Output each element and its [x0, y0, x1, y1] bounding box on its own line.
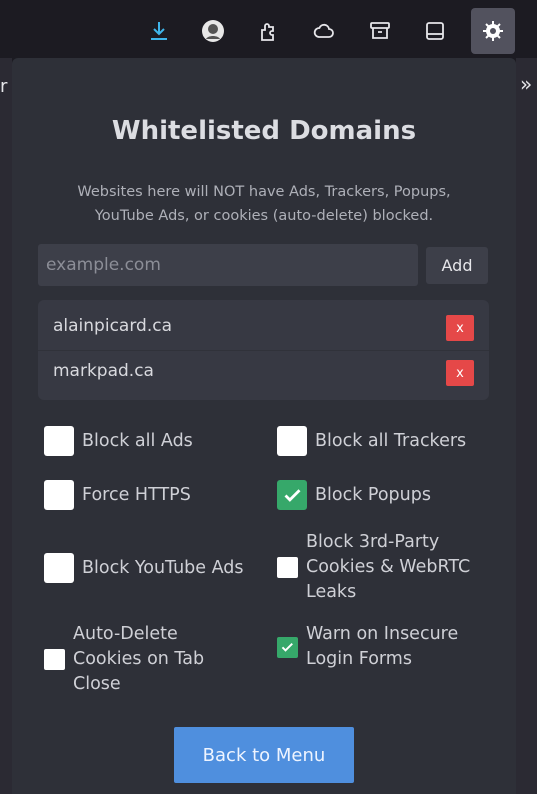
download-icon	[151, 22, 167, 40]
block-ads-checkbox[interactable]	[44, 426, 74, 456]
domain-list-item: markpad.ca x	[38, 350, 489, 394]
domain-input[interactable]	[38, 244, 418, 286]
browser-toolbar	[0, 0, 537, 58]
sync-button[interactable]	[302, 8, 346, 54]
option-block-popups[interactable]: Block Popups	[277, 480, 431, 510]
domain-name: markpad.ca	[53, 361, 154, 381]
domain-list-item: alainpicard.ca x	[38, 306, 489, 350]
pocket-button[interactable]	[358, 8, 402, 54]
option-label: Block 3rd-Party Cookies & WebRTC Leaks	[306, 532, 471, 602]
account-button[interactable]	[191, 8, 235, 54]
warn-insecure-login-checkbox[interactable]	[277, 636, 298, 658]
extensions-icon	[261, 23, 274, 41]
sidebar-button[interactable]	[413, 8, 457, 54]
check-icon	[281, 642, 294, 652]
add-domain-button[interactable]: Add	[426, 247, 488, 284]
privacy-extension-button[interactable]	[471, 8, 515, 54]
whitelist-panel: Whitelisted Domains Websites here will N…	[12, 58, 516, 794]
overflow-chevron-icon[interactable]: »	[520, 72, 532, 96]
option-label: Auto-Delete Cookies on Tab Close	[73, 624, 205, 694]
archive-icon	[370, 22, 390, 39]
option-block-trackers[interactable]: Block all Trackers	[277, 426, 466, 456]
panel-description: Websites here will NOT have Ads, Tracker…	[77, 184, 451, 224]
auto-delete-cookies-checkbox[interactable]	[44, 649, 65, 670]
extensions-button[interactable]	[246, 8, 290, 54]
option-block-youtube-ads[interactable]: Block YouTube Ads	[44, 553, 244, 583]
avatar-icon	[202, 20, 224, 42]
tab-text-fragment: r	[0, 76, 8, 97]
domain-name: alainpicard.ca	[53, 316, 172, 336]
block-third-party-cookies-checkbox[interactable]	[277, 557, 298, 578]
option-label: Warn on Insecure Login Forms	[306, 624, 459, 669]
option-auto-delete-cookies[interactable]: Auto-Delete Cookies on Tab Close	[44, 622, 244, 697]
option-label: Block all Trackers	[315, 430, 467, 451]
panel-title: Whitelisted Domains	[111, 116, 417, 146]
option-label: Block YouTube Ads	[82, 557, 244, 578]
check-icon	[284, 488, 300, 502]
remove-domain-button[interactable]: x	[446, 315, 474, 341]
block-trackers-checkbox[interactable]	[277, 426, 307, 456]
cloud-icon	[313, 23, 334, 38]
option-block-third-party-cookies[interactable]: Block 3rd-Party Cookies & WebRTC Leaks	[277, 530, 477, 605]
remove-domain-button[interactable]: x	[446, 360, 474, 386]
option-label: Force HTTPS	[82, 484, 191, 505]
force-https-checkbox[interactable]	[44, 480, 74, 510]
page-left-edge: r	[0, 58, 12, 794]
block-popups-checkbox[interactable]	[277, 480, 307, 510]
download-button[interactable]	[137, 8, 181, 54]
option-warn-insecure-login[interactable]: Warn on Insecure Login Forms	[277, 622, 477, 672]
page-right-edge: »	[516, 58, 537, 794]
option-label: Block Popups	[315, 484, 431, 505]
domain-list: alainpicard.ca x markpad.ca x	[38, 300, 489, 400]
block-youtube-ads-checkbox[interactable]	[44, 553, 74, 583]
back-to-menu-button[interactable]: Back to Menu	[174, 727, 354, 783]
shield-extension-icon	[483, 21, 503, 41]
sidebar-icon	[426, 22, 444, 40]
option-block-ads[interactable]: Block all Ads	[44, 426, 193, 456]
option-label: Block all Ads	[82, 430, 193, 451]
option-force-https[interactable]: Force HTTPS	[44, 480, 191, 510]
